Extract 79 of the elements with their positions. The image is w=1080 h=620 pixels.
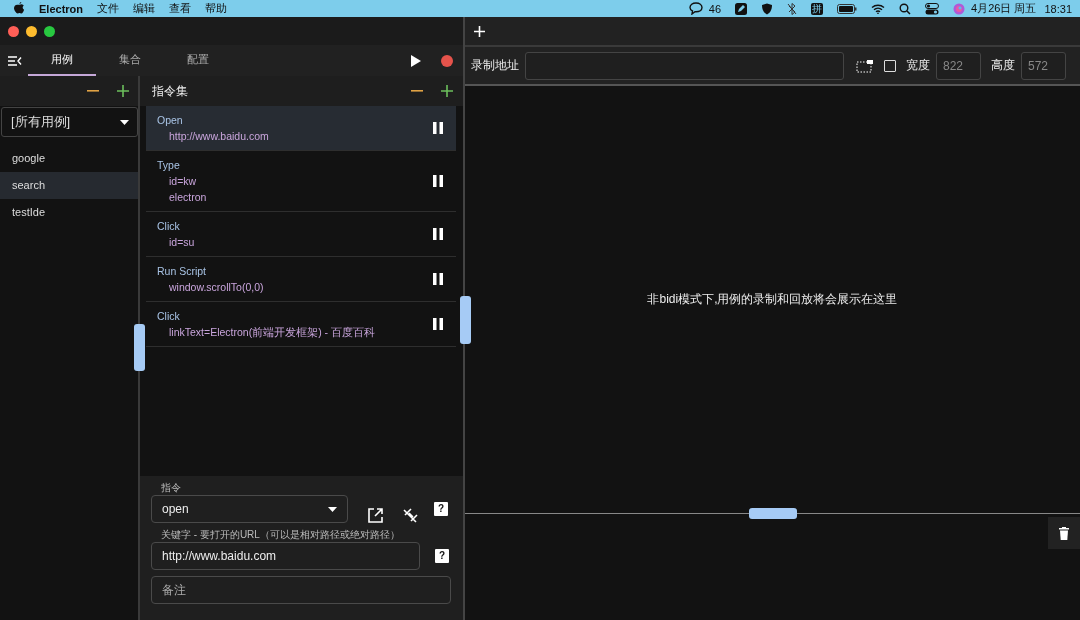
- pen-icon[interactable]: [735, 2, 748, 15]
- resize-handle[interactable]: [749, 508, 797, 519]
- command-name: Click: [157, 309, 181, 324]
- command-argument: window.scrollTo(0,0): [168, 280, 264, 295]
- menu-item[interactable]: 编辑: [133, 1, 155, 16]
- field-label: 高度: [991, 57, 1015, 74]
- tab[interactable]: 配置: [164, 45, 232, 76]
- chat-count: 46: [708, 2, 722, 15]
- checkbox[interactable]: [884, 59, 896, 72]
- input-method-icon[interactable]: 拼: [811, 2, 824, 15]
- pause-icon[interactable]: [433, 122, 443, 134]
- field-label: 录制地址: [471, 57, 519, 74]
- case-item[interactable]: search: [0, 172, 138, 199]
- command-argument: id=kw: [168, 174, 198, 189]
- pause-icon[interactable]: [433, 228, 443, 240]
- apple-icon[interactable]: [14, 2, 25, 15]
- height-field[interactable]: 572: [1021, 51, 1066, 80]
- command-select[interactable]: open: [151, 495, 348, 523]
- chat-icon[interactable]: [688, 2, 703, 15]
- minimize-button[interactable]: [26, 25, 37, 37]
- maximize-button[interactable]: [44, 25, 55, 37]
- help-button[interactable]: ?: [435, 549, 449, 563]
- field-label: 指令: [160, 482, 182, 494]
- plus-icon[interactable]: [117, 85, 129, 97]
- panel-title: 指令集: [152, 82, 188, 100]
- command-argument: electron: [168, 190, 207, 205]
- command-name: Open: [157, 113, 184, 128]
- resize-handle[interactable]: [460, 296, 471, 344]
- command-argument: http://www.baidu.com: [168, 129, 269, 144]
- control-center-icon[interactable]: [925, 2, 940, 15]
- case-item[interactable]: google: [0, 145, 138, 172]
- menu-item[interactable]: 查看: [169, 1, 191, 16]
- menu-item[interactable]: 文件: [97, 1, 119, 16]
- record-icon[interactable]: [441, 54, 453, 67]
- command-item[interactable]: Click id=su: [146, 212, 456, 257]
- app-menu[interactable]: Electron: [39, 2, 83, 15]
- command-name: Click: [157, 219, 181, 234]
- pause-icon[interactable]: [433, 318, 443, 330]
- play-icon[interactable]: [411, 54, 421, 67]
- battery-icon[interactable]: [837, 3, 858, 14]
- field-label: 关键字 - 要打开的URL（可以是相对路径或绝对路径）: [160, 529, 401, 541]
- width-field[interactable]: 822: [936, 51, 981, 80]
- help-button[interactable]: ?: [434, 502, 448, 516]
- url-field[interactable]: [525, 51, 844, 80]
- field-label: 宽度: [906, 57, 930, 74]
- case-item[interactable]: testIde: [0, 199, 138, 226]
- command-item[interactable]: Run Script window.scrollTo(0,0): [146, 257, 456, 302]
- caret-icon: [120, 119, 129, 125]
- command-name: Type: [157, 158, 181, 173]
- pause-icon[interactable]: [433, 273, 443, 285]
- case-filter-dropdown[interactable]: [所有用例]: [1, 107, 138, 137]
- command-item[interactable]: Click linkText=Electron(前端开发框架) - 百度百科: [146, 302, 456, 347]
- shield-icon[interactable]: [761, 2, 774, 15]
- region-select-icon[interactable]: [856, 58, 874, 73]
- wifi-icon[interactable]: [871, 3, 886, 14]
- note-field[interactable]: 备注: [151, 576, 451, 604]
- search-icon[interactable]: [899, 2, 912, 15]
- command-argument: id=su: [168, 235, 195, 250]
- pause-icon[interactable]: [433, 175, 443, 187]
- caret-icon: [328, 506, 337, 512]
- open-external-icon[interactable]: [368, 508, 383, 523]
- plus-icon[interactable]: [441, 85, 453, 97]
- menu-item[interactable]: 帮助: [205, 1, 227, 16]
- keyword-field[interactable]: http://www.baidu.com: [151, 542, 420, 570]
- menu-bar-date: 4月26日 周五: [971, 1, 1037, 16]
- bluetooth-icon[interactable]: [787, 2, 798, 15]
- close-button[interactable]: [8, 25, 19, 37]
- resize-handle[interactable]: [134, 324, 145, 371]
- link-off-icon[interactable]: [403, 507, 419, 523]
- tab[interactable]: 集合: [96, 45, 164, 76]
- trash-icon: [1059, 526, 1069, 540]
- menu-bar-clock: 18:31: [1044, 2, 1072, 15]
- command-item[interactable]: Type id=kw electron: [146, 151, 456, 212]
- command-argument: linkText=Electron(前端开发框架) - 百度百科: [168, 325, 375, 340]
- command-name: Run Script: [157, 264, 208, 279]
- delete-button[interactable]: [1048, 517, 1080, 549]
- placeholder-message: 非bidi模式下,用例的录制和回放将会展示在这里: [647, 290, 898, 308]
- command-item[interactable]: Open http://www.baidu.com: [146, 106, 456, 151]
- menu-icon[interactable]: [8, 55, 22, 66]
